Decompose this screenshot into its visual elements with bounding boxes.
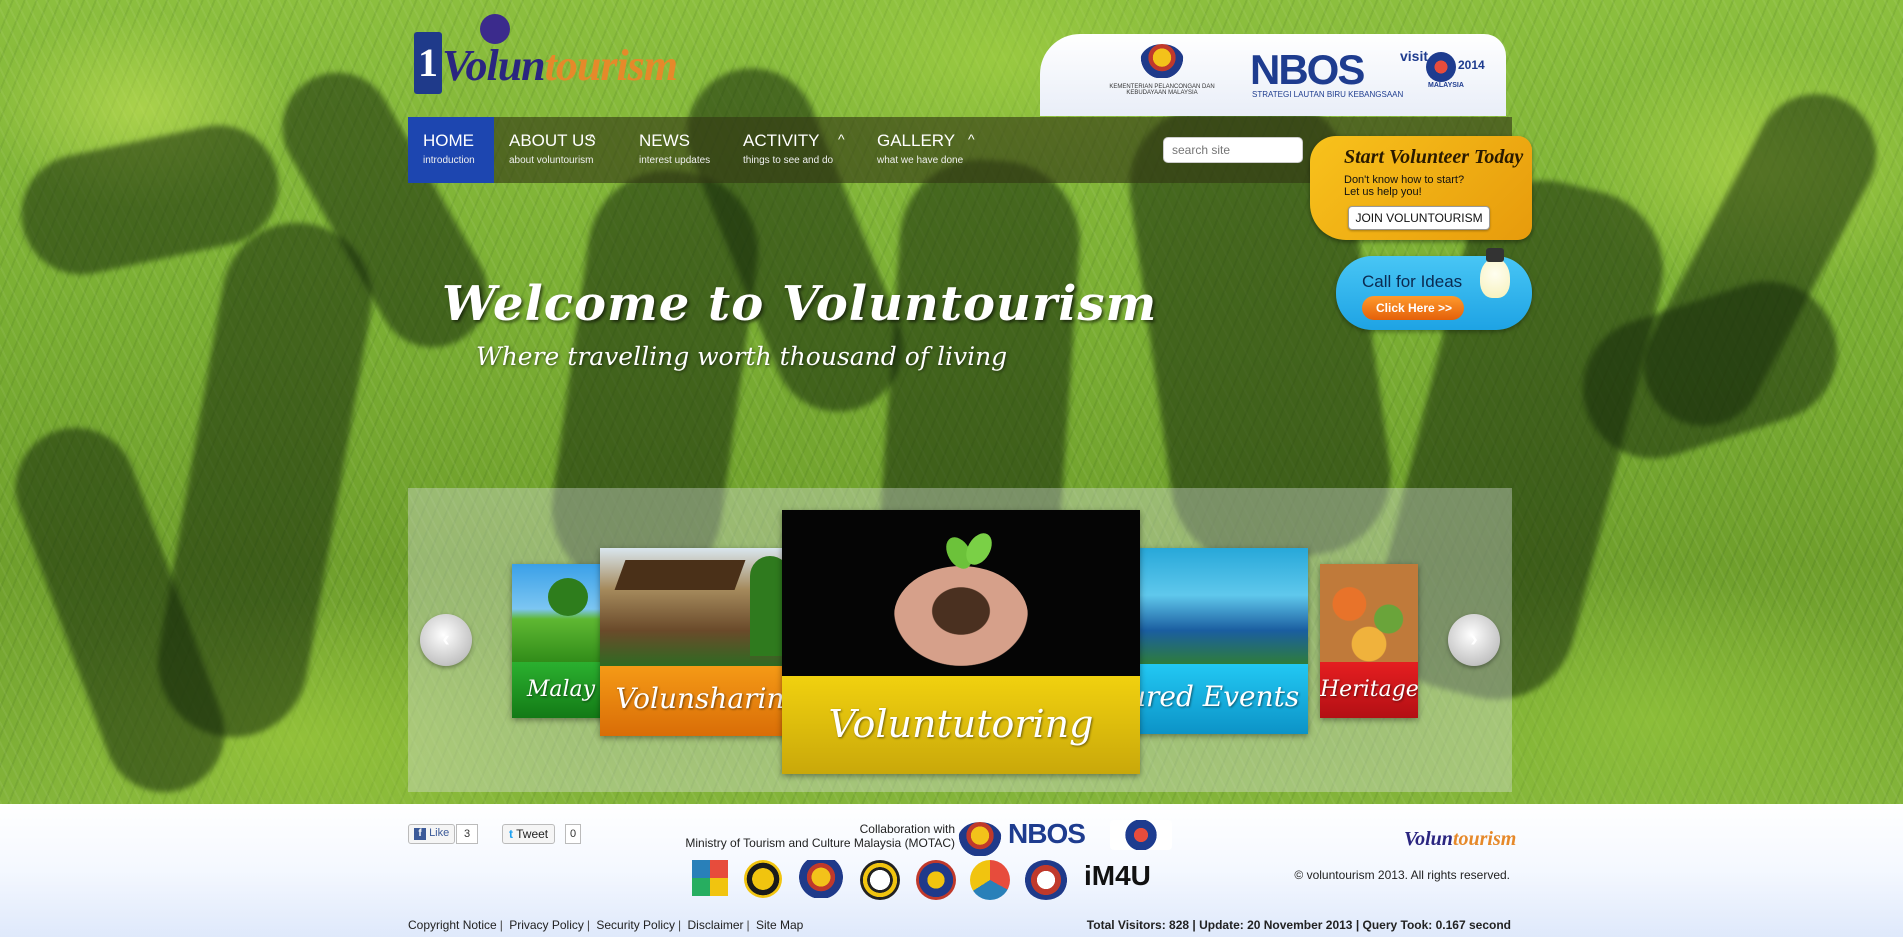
nbos-logo: NBOS [1250, 46, 1365, 93]
agency-logo-1 [692, 860, 728, 896]
carousel-card-caption: Heritage [1320, 662, 1418, 718]
carousel-card-voluntutoring[interactable]: Voluntutoring [782, 510, 1140, 774]
carousel-prev-button[interactable]: ‹ [420, 614, 472, 666]
nav-item-home[interactable]: HOME introduction [408, 117, 494, 183]
facebook-icon: f [414, 828, 426, 840]
footer-links: Copyright Notice | Privacy Policy | Securi… [408, 918, 804, 932]
nav-item-activity[interactable]: ACTIVITY things to see and do ^ [728, 117, 862, 183]
agency-logo-7 [1024, 860, 1068, 900]
like-count: 3 [456, 824, 478, 844]
privacy-policy-link[interactable]: Privacy Policy [509, 918, 584, 932]
im4u-logo: iM4U [1084, 860, 1151, 891]
feature-carousel: Malay tured Events Heritage Volunsharin … [408, 488, 1512, 792]
site-footer: f Like 3 t Tweet 0 Collaboration with Mi… [0, 804, 1903, 937]
call-for-ideas-title: Call for Ideas [1362, 272, 1463, 291]
click-here-button[interactable]: Click Here >> [1362, 296, 1464, 320]
tweet-count: 0 [565, 824, 581, 844]
carousel-card-caption: Voluntutoring [782, 676, 1140, 774]
malaysia-crest-icon [958, 822, 1002, 856]
security-policy-link[interactable]: Security Policy [596, 918, 675, 932]
facebook-like-button[interactable]: f Like [408, 824, 456, 844]
site-logo[interactable]: 1 Voluntourism [410, 14, 678, 104]
disclaimer-link[interactable]: Disclaimer [688, 918, 744, 932]
start-volunteer-card: Start Volunteer Today Don't know how to … [1310, 136, 1532, 240]
visit-malaysia-logo: visit 2014 MALAYSIA [1400, 48, 1485, 89]
caret-up-icon: ^ [968, 131, 975, 147]
start-volunteer-text: Don't know how to start? Let us help you… [1344, 174, 1465, 198]
copyright-text: © voluntourism 2013. All rights reserved… [1294, 868, 1510, 882]
carousel-card-malay[interactable]: Malay [512, 564, 610, 718]
caret-up-icon: ^ [838, 131, 845, 147]
agency-logo-5 [916, 860, 956, 900]
carousel-card-volunsharing[interactable]: Volunsharin [600, 548, 800, 736]
logo-wordmark: Voluntourism [442, 41, 678, 90]
tree-image [512, 564, 610, 664]
search-input[interactable] [1163, 137, 1303, 163]
hands-holding-seedling-image [782, 510, 1140, 676]
caret-up-icon: ^ [589, 131, 596, 147]
carousel-card-heritage[interactable]: Heritage [1320, 564, 1418, 718]
collaboration-text: Collaboration with Ministry of Tourism a… [685, 822, 955, 850]
nbos-subtitle: STRATEGI LAUTAN BIRU KEBANGSAAN [1252, 90, 1404, 99]
footer-logo: Voluntourism [1404, 828, 1517, 850]
partner-banner: KEMENTERIAN PELANCONGAN DAN KEBUDAYAAN M… [1040, 34, 1506, 116]
start-volunteer-title: Start Volunteer Today [1344, 146, 1524, 168]
ministry-caption: KEMENTERIAN PELANCONGAN DAN KEBUDAYAAN M… [1109, 84, 1215, 96]
nav-item-about-us[interactable]: ABOUT US about voluntourism ^ [494, 117, 624, 183]
visit-malaysia-footer-logo [1110, 820, 1172, 850]
tweet-button[interactable]: t Tweet [502, 824, 556, 844]
copyright-notice-link[interactable]: Copyright Notice [408, 918, 497, 932]
nav-item-gallery[interactable]: GALLERY what we have done ^ [862, 117, 992, 183]
agency-logo-2 [744, 860, 782, 898]
welcome-tagline: Where travelling worth thousand of livin… [476, 342, 1008, 371]
wooden-house-image [600, 548, 800, 666]
site-map-link[interactable]: Site Map [756, 918, 803, 932]
join-voluntourism-button[interactable]: JOIN VOLUNTOURISM [1348, 206, 1490, 230]
carousel-card-caption: Volunsharin [600, 666, 800, 736]
twitter-icon: t [509, 827, 513, 841]
carousel-card-caption: Malay [512, 662, 610, 718]
logo-one-mark: 1 [414, 32, 442, 94]
agency-logo-3 [798, 860, 844, 898]
visit-malaysia-emblem-icon [1426, 52, 1456, 82]
nav-item-news[interactable]: NEWS interest updates [624, 117, 728, 183]
malaysia-crest-icon [1140, 44, 1184, 78]
nbos-footer-logo: NBOS [1008, 818, 1086, 849]
welcome-heading: Welcome to Voluntourism [442, 276, 1158, 332]
kuih-image [1320, 564, 1418, 664]
site-stats: Total Visitors: 828 | Update: 20 Novembe… [1086, 918, 1511, 932]
call-for-ideas-card[interactable]: Call for Ideas Click Here >> [1336, 248, 1532, 330]
carousel-next-button[interactable]: › [1448, 614, 1500, 666]
agency-logo-6 [970, 860, 1010, 900]
agency-logo-4 [860, 860, 900, 900]
light-bulb-icon [1476, 248, 1514, 312]
